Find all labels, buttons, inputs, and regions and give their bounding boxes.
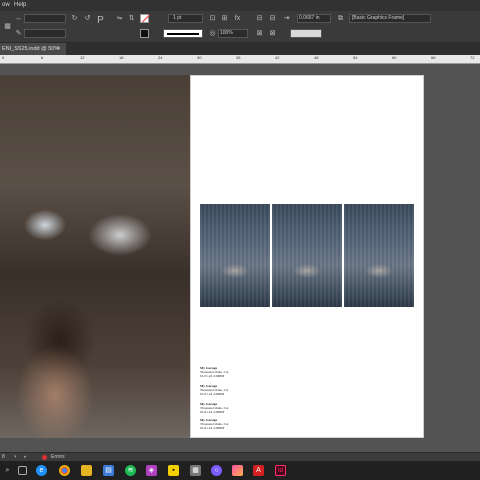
chrome-icon[interactable]: [59, 465, 70, 476]
photo-frame-3[interactable]: [344, 204, 414, 307]
scale-y-field[interactable]: [24, 29, 66, 38]
flip-vertical-icon[interactable]: ⇅: [127, 14, 136, 23]
ruler-label: 12: [80, 55, 85, 60]
file-explorer-icon[interactable]: [81, 465, 92, 476]
ruler-label: 66: [431, 55, 436, 60]
ruler-label: 24: [158, 55, 163, 60]
horizontal-ruler[interactable]: 0 6 12 18 24 30 36 42 48 54 60 66 72: [0, 55, 480, 64]
app-icon-2[interactable]: ○: [211, 465, 222, 476]
acrobat-icon[interactable]: A: [253, 465, 264, 476]
store-icon[interactable]: ▤: [103, 465, 114, 476]
ruler-label: 54: [353, 55, 358, 60]
photo-frame-2[interactable]: [272, 204, 342, 307]
fx-icon[interactable]: fx: [233, 14, 242, 23]
ruler-label: 48: [314, 55, 319, 60]
ruler-label: 72: [470, 55, 475, 60]
search-icon[interactable]: ⌕: [2, 465, 13, 476]
caption-date: 01.01.24 4:06PM: [200, 426, 225, 430]
error-dot-icon: [42, 455, 47, 460]
align-center-icon[interactable]: ⊟: [268, 14, 277, 23]
caption-date: 01.01.24 4:06PM: [200, 410, 225, 414]
scale-x-icon: ↔: [15, 15, 22, 22]
stroke-swatch[interactable]: [140, 29, 149, 38]
align-left-icon[interactable]: ⊟: [255, 14, 264, 23]
fit-frame-icon[interactable]: ⊡: [208, 14, 217, 23]
scale-x-field[interactable]: [24, 14, 66, 23]
fill-swatch[interactable]: [140, 14, 150, 23]
caption-block[interactable]: My Garage Thousand Oaks, CA 01.01.24 4:0…: [200, 402, 228, 414]
scale-y-icon: ✎: [15, 30, 22, 37]
caption-block[interactable]: My Garage Thousand Oaks, CA 01.01.24 4:0…: [200, 418, 228, 430]
indesign-icon[interactable]: Id: [275, 465, 286, 476]
ruler-label: 60: [392, 55, 397, 60]
stroke-weight-value: 1 pt: [173, 15, 182, 21]
edge-icon[interactable]: e: [36, 465, 47, 476]
document-tab-label: ENI_SS25.indd @ 50%: [2, 46, 60, 52]
left-page-photo[interactable]: [0, 75, 190, 438]
type-icon[interactable]: P: [96, 16, 105, 26]
ruler-label: 0: [2, 55, 5, 60]
app-icon[interactable]: ◈: [146, 465, 157, 476]
caption-date: 01.01.24 4:06PM: [200, 374, 225, 378]
menu-bar: ow Help: [0, 0, 480, 11]
calendar-icon[interactable]: ▦: [190, 465, 201, 476]
caption-block[interactable]: My Garage Thousand Oaks, CA 01.01.24 4:0…: [200, 384, 228, 396]
menu-window[interactable]: ow: [2, 0, 10, 11]
control-bar: ▦ ↔ ✎ ↻ ↺ P ⇋ ⇅ 1 pt ⊡ ⊞ fx ◎ 100% ⊟ ⊟ ⇥…: [0, 11, 480, 43]
fit-content-icon[interactable]: ⊞: [220, 14, 229, 23]
ruler-label: 6: [41, 55, 44, 60]
photo-frame-1[interactable]: [200, 204, 270, 307]
taskbar: ⌕ e ▤ ≋ ◈ ▪ ▦ ○ A Id: [0, 461, 480, 480]
reference-point-icon[interactable]: ▦: [3, 22, 12, 31]
opacity-icon: ◎: [209, 30, 216, 37]
align-top-icon[interactable]: ⊠: [255, 29, 264, 38]
opacity-value: 100%: [220, 30, 233, 36]
close-icon[interactable]: ×: [57, 43, 61, 55]
ruler-label: 36: [236, 55, 241, 60]
corner-field[interactable]: [290, 29, 322, 38]
caption-block[interactable]: My Garage Thousand Oaks, CA 01.01.24 4:0…: [200, 366, 228, 378]
offset-value: 0.0667 in: [299, 15, 320, 21]
frame-style-icon[interactable]: ⧉: [336, 14, 345, 23]
sticky-notes-icon[interactable]: ▪: [168, 465, 179, 476]
document-tab-bar: ENI_SS25.indd @ 50% ×: [0, 43, 480, 55]
stroke-type-select[interactable]: [163, 29, 203, 38]
ruler-label: 42: [275, 55, 280, 60]
menu-help[interactable]: Help: [14, 0, 26, 11]
align-middle-icon[interactable]: ⊠: [268, 29, 277, 38]
ruler-label: 30: [197, 55, 202, 60]
ruler-label: 18: [119, 55, 124, 60]
caption-date: 01.01.24 4:06PM: [200, 392, 225, 396]
task-view-icon[interactable]: [18, 466, 27, 475]
wrap-icon[interactable]: ⇥: [282, 14, 291, 23]
spotify-icon[interactable]: ≋: [125, 465, 136, 476]
rotate-ccw-icon[interactable]: ↺: [83, 14, 92, 23]
flip-horizontal-icon[interactable]: ⇋: [115, 14, 124, 23]
status-bar: 8 ▾ ▸ Errors: [0, 452, 480, 461]
photos-icon[interactable]: [232, 465, 243, 476]
rotate-icon[interactable]: ↻: [70, 14, 79, 23]
frame-style-value: [Basic Graphics Frame]: [352, 15, 405, 21]
